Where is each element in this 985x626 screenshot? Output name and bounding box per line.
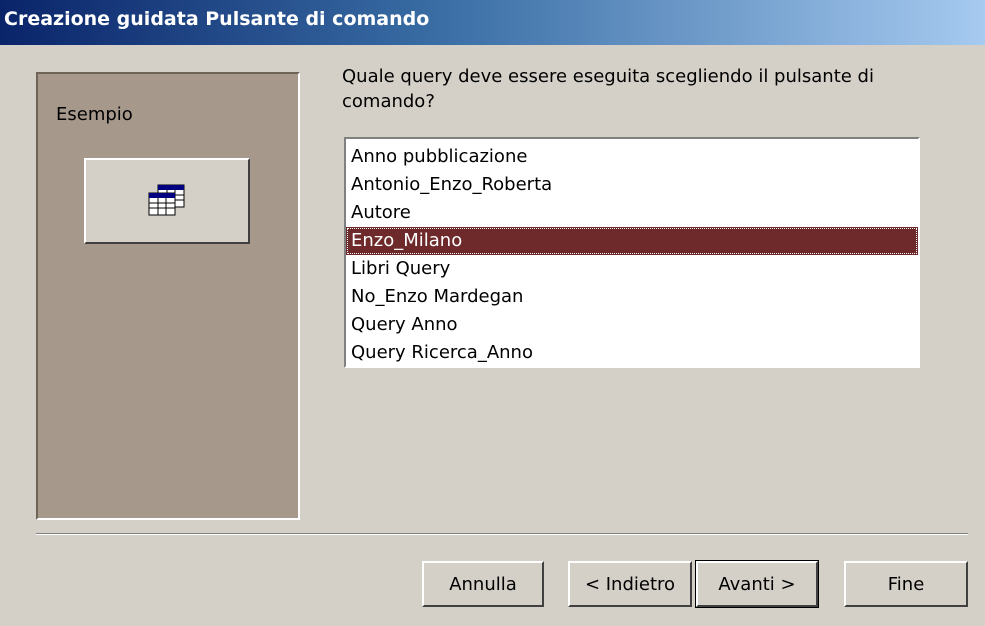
datasheet-query-icon bbox=[148, 184, 185, 216]
back-button[interactable]: < Indietro bbox=[568, 561, 692, 607]
query-list-item[interactable]: Libri Query bbox=[346, 255, 918, 283]
finish-button-label: Fine bbox=[887, 573, 925, 595]
cancel-button[interactable]: Annulla bbox=[422, 561, 544, 607]
separator bbox=[36, 533, 968, 535]
query-listbox[interactable]: Anno pubblicazione Antonio_Enzo_Roberta Au… bbox=[344, 137, 920, 368]
title-bar[interactable]: Creazione guidata Pulsante di comando bbox=[0, 0, 985, 45]
query-list-item[interactable]: No_Enzo Mardegan bbox=[346, 283, 918, 311]
next-button-label: Avanti > bbox=[718, 573, 796, 595]
next-button[interactable]: Avanti > bbox=[695, 560, 819, 608]
query-list-item[interactable]: Anno pubblicazione bbox=[346, 143, 918, 171]
sample-panel: Esempio bbox=[36, 72, 300, 520]
query-list-item[interactable]: Query Ricerca_Anno bbox=[346, 339, 918, 367]
wizard-window: Creazione guidata Pulsante di comando Es… bbox=[0, 0, 985, 626]
query-list-item[interactable]: Query Anno bbox=[346, 311, 918, 339]
sample-label: Esempio bbox=[56, 104, 133, 125]
sample-command-button bbox=[84, 158, 250, 244]
query-list-item[interactable]: Antonio_Enzo_Roberta bbox=[346, 171, 918, 199]
query-list-item[interactable]: Enzo_Milano bbox=[346, 227, 918, 255]
finish-button[interactable]: Fine bbox=[844, 561, 968, 607]
cancel-button-label: Annulla bbox=[449, 573, 517, 595]
back-button-label: < Indietro bbox=[584, 573, 676, 595]
query-list-item[interactable]: Autore bbox=[346, 199, 918, 227]
question-text: Quale query deve essere eseguita sceglie… bbox=[342, 66, 874, 112]
window-title: Creazione guidata Pulsante di comando bbox=[4, 8, 430, 30]
